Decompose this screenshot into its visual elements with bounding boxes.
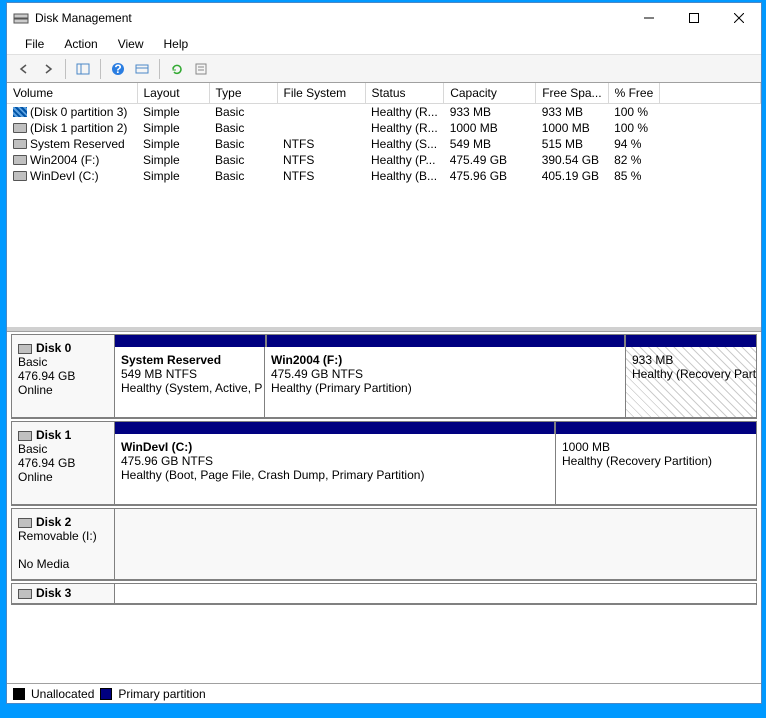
disk-row-1[interactable]: Disk 1 Basic 476.94 GB Online WinDevI (C… bbox=[11, 421, 757, 506]
menu-action[interactable]: Action bbox=[54, 35, 107, 53]
volume-row[interactable]: (Disk 0 partition 3)SimpleBasicHealthy (… bbox=[7, 103, 761, 120]
volume-list-pane[interactable]: Volume Layout Type File System Status Ca… bbox=[7, 83, 761, 331]
close-button[interactable] bbox=[716, 3, 761, 33]
disk-row-0[interactable]: Disk 0 Basic 476.94 GB Online System Res… bbox=[11, 334, 757, 419]
partition[interactable]: System Reserved 549 MB NTFS Healthy (Sys… bbox=[115, 347, 265, 417]
volume-icon bbox=[13, 139, 27, 149]
show-hide-button[interactable] bbox=[72, 58, 94, 80]
disk-label[interactable]: Disk 3 bbox=[11, 583, 115, 604]
disk-icon bbox=[18, 589, 32, 599]
disk-management-window: Disk Management File Action View Help ? … bbox=[6, 2, 762, 704]
partition[interactable]: Win2004 (F:) 475.49 GB NTFS Healthy (Pri… bbox=[265, 347, 626, 417]
col-layout[interactable]: Layout bbox=[137, 83, 209, 103]
disk-header-bar bbox=[115, 335, 756, 347]
disk-graphic-pane[interactable]: Disk 0 Basic 476.94 GB Online System Res… bbox=[7, 331, 761, 683]
disk-label[interactable]: Disk 2 Removable (I:) No Media bbox=[11, 508, 115, 580]
back-button[interactable] bbox=[13, 58, 35, 80]
col-capacity[interactable]: Capacity bbox=[444, 83, 536, 103]
disk-icon bbox=[18, 518, 32, 528]
volume-row[interactable]: WinDevI (C:)SimpleBasicNTFSHealthy (B...… bbox=[7, 168, 761, 184]
volume-icon bbox=[13, 123, 27, 133]
disk-header-bar bbox=[115, 422, 756, 434]
app-icon bbox=[13, 10, 29, 26]
disk-label[interactable]: Disk 0 Basic 476.94 GB Online bbox=[11, 334, 115, 418]
col-pct[interactable]: % Free bbox=[608, 83, 660, 103]
volume-name: WinDevI (C:) bbox=[30, 169, 99, 183]
volume-name: System Reserved bbox=[30, 137, 125, 151]
col-type[interactable]: Type bbox=[209, 83, 277, 103]
disk-row-2[interactable]: Disk 2 Removable (I:) No Media bbox=[11, 508, 757, 581]
window-title: Disk Management bbox=[35, 11, 626, 25]
col-fs[interactable]: File System bbox=[277, 83, 365, 103]
legend-swatch-unallocated bbox=[13, 688, 25, 700]
toolbar-separator bbox=[159, 59, 160, 79]
partition-recovery[interactable]: 1000 MB Healthy (Recovery Partition) bbox=[556, 434, 756, 504]
legend-label-primary: Primary partition bbox=[118, 687, 205, 701]
disk-icon bbox=[18, 431, 32, 441]
partition-recovery[interactable]: 933 MB Healthy (Recovery Partition) bbox=[626, 347, 756, 417]
menu-view[interactable]: View bbox=[108, 35, 154, 53]
no-media-area bbox=[115, 509, 756, 579]
maximize-button[interactable] bbox=[671, 3, 716, 33]
settings-button[interactable] bbox=[131, 58, 153, 80]
legend-label-unallocated: Unallocated bbox=[31, 687, 94, 701]
col-status[interactable]: Status bbox=[365, 83, 444, 103]
disk-label[interactable]: Disk 1 Basic 476.94 GB Online bbox=[11, 421, 115, 505]
volume-icon bbox=[13, 171, 27, 181]
volume-name: Win2004 (F:) bbox=[30, 153, 99, 167]
menubar: File Action View Help bbox=[7, 33, 761, 55]
help-button[interactable]: ? bbox=[107, 58, 129, 80]
legend: Unallocated Primary partition bbox=[7, 683, 761, 703]
minimize-button[interactable] bbox=[626, 3, 671, 33]
volume-name: (Disk 1 partition 2) bbox=[30, 121, 127, 135]
disk-icon bbox=[18, 344, 32, 354]
legend-swatch-primary bbox=[100, 688, 112, 700]
titlebar[interactable]: Disk Management bbox=[7, 3, 761, 33]
volume-table[interactable]: Volume Layout Type File System Status Ca… bbox=[7, 83, 761, 184]
volume-row[interactable]: (Disk 1 partition 2)SimpleBasicHealthy (… bbox=[7, 120, 761, 136]
col-spacer bbox=[660, 83, 761, 103]
toolbar-separator bbox=[65, 59, 66, 79]
toolbar-separator bbox=[100, 59, 101, 79]
volume-icon bbox=[13, 155, 27, 165]
forward-button[interactable] bbox=[37, 58, 59, 80]
col-free[interactable]: Free Spa... bbox=[536, 83, 608, 103]
properties-button[interactable] bbox=[190, 58, 212, 80]
partition[interactable]: WinDevI (C:) 475.96 GB NTFS Healthy (Boo… bbox=[115, 434, 556, 504]
volume-name: (Disk 0 partition 3) bbox=[30, 105, 127, 119]
svg-text:?: ? bbox=[114, 62, 121, 76]
col-volume[interactable]: Volume bbox=[7, 83, 137, 103]
volume-icon bbox=[13, 107, 27, 117]
volume-row[interactable]: System ReservedSimpleBasicNTFSHealthy (S… bbox=[7, 136, 761, 152]
menu-file[interactable]: File bbox=[15, 35, 54, 53]
menu-help[interactable]: Help bbox=[154, 35, 199, 53]
refresh-button[interactable] bbox=[166, 58, 188, 80]
toolbar: ? bbox=[7, 55, 761, 83]
disk-row-3[interactable]: Disk 3 bbox=[11, 583, 757, 605]
volume-row[interactable]: Win2004 (F:)SimpleBasicNTFSHealthy (P...… bbox=[7, 152, 761, 168]
